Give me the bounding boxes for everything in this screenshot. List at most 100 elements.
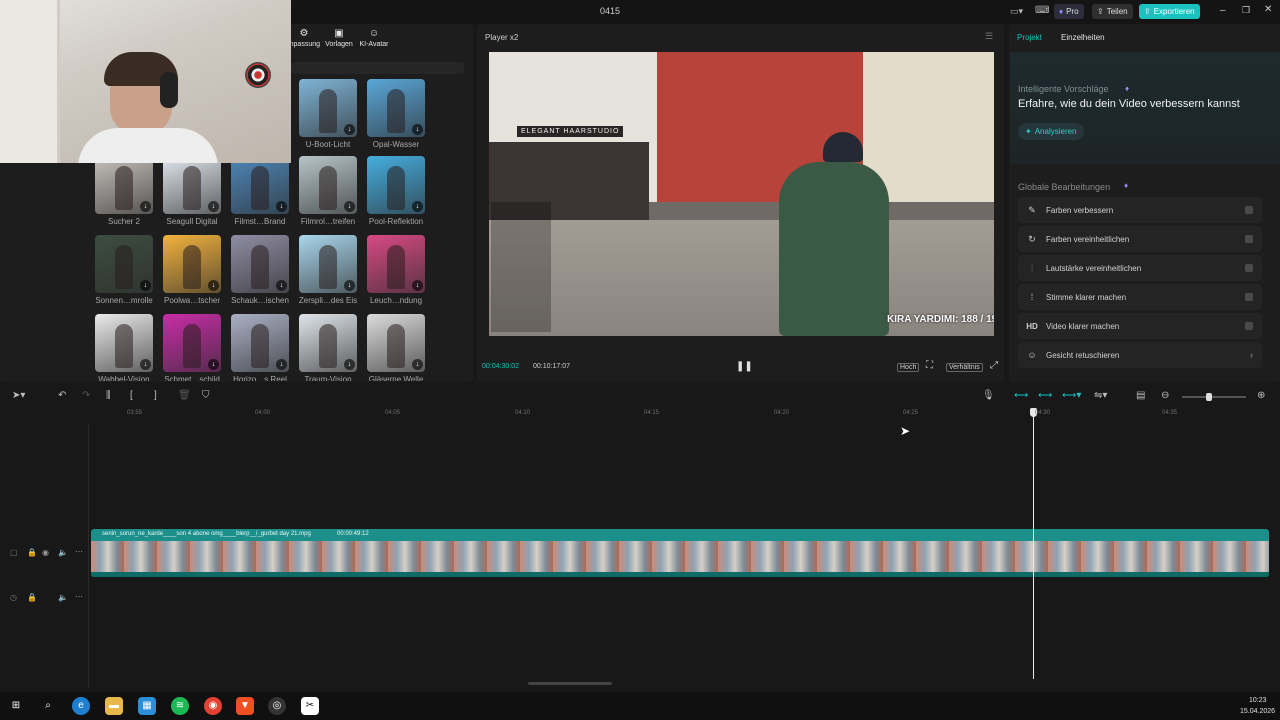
share-button[interactable]: ⇪ Teilen: [1092, 4, 1133, 19]
audio-more-icon[interactable]: ⋯: [75, 592, 83, 601]
download-icon[interactable]: ↓: [140, 280, 151, 291]
toggle-switch[interactable]: [1245, 264, 1253, 272]
ratio-button[interactable]: Verhältnis: [946, 363, 983, 372]
windows-start-icon[interactable]: ⊞: [7, 697, 25, 715]
video-clip[interactable]: senin_sorun_ne_karde____son 4 abone omg_…: [91, 529, 1269, 577]
search-field[interactable]: [291, 62, 464, 74]
download-icon[interactable]: ↓: [140, 359, 151, 370]
keyboard-icon[interactable]: ⌨: [1035, 5, 1049, 16]
download-icon[interactable]: ↓: [412, 359, 423, 370]
select-tool-icon[interactable]: ➤▾: [12, 390, 25, 401]
undo-icon[interactable]: ↶: [58, 390, 66, 401]
zoom-in-icon[interactable]: ⊕: [1257, 390, 1265, 401]
shield-icon[interactable]: ⛉: [202, 390, 210, 401]
effect-thumbnail[interactable]: ↓: [367, 79, 425, 137]
pause-button[interactable]: ❚❚: [736, 361, 753, 372]
download-icon[interactable]: ↓: [344, 124, 355, 135]
pro-button[interactable]: ♦ Pro: [1054, 4, 1084, 19]
effect-thumbnail[interactable]: ↓: [163, 156, 221, 214]
effect-thumbnail[interactable]: ↓: [367, 156, 425, 214]
toggle-switch[interactable]: [1245, 235, 1253, 243]
edge-icon[interactable]: e: [72, 697, 90, 715]
download-icon[interactable]: ↓: [208, 359, 219, 370]
effect-thumbnail[interactable]: ↓: [95, 156, 153, 214]
store-icon[interactable]: ▦: [138, 697, 156, 715]
tab-einzelheiten[interactable]: Einzelheiten: [1061, 33, 1105, 42]
item-farben-vereinheitlichen[interactable]: ↻ Farben vereinheitlichen: [1018, 226, 1262, 252]
effect-thumbnail[interactable]: ↓: [95, 314, 153, 372]
split-icon[interactable]: ⫼: [106, 390, 111, 401]
microphone-icon[interactable]: 🎙: [982, 390, 995, 401]
effect-thumbnail[interactable]: ↓: [95, 235, 153, 293]
effect-thumbnail[interactable]: ↓: [299, 314, 357, 372]
tab-ki-avatar[interactable]: ☺ KI-Avatar: [358, 28, 390, 48]
quality-hoch-button[interactable]: Hoch: [897, 363, 920, 372]
audio-lock-icon[interactable]: 🔒: [27, 593, 37, 602]
effect-thumbnail[interactable]: ↓: [367, 235, 425, 293]
playhead[interactable]: [1033, 409, 1034, 679]
item-lautstaerke[interactable]: ⫶ Lautstärke vereinheitlichen: [1018, 255, 1262, 281]
fullscreen-icon[interactable]: ⤢: [990, 360, 998, 371]
item-video-klarer[interactable]: HD Video klarer machen: [1018, 313, 1262, 339]
download-icon[interactable]: ↓: [208, 280, 219, 291]
delete-icon[interactable]: 🗑: [178, 390, 191, 401]
brave-icon[interactable]: ▼: [236, 697, 254, 715]
effect-thumbnail[interactable]: ↓: [299, 156, 357, 214]
effect-thumbnail[interactable]: ↓: [231, 156, 289, 214]
effect-thumbnail[interactable]: ↓: [163, 314, 221, 372]
crop-icon[interactable]: ⛶: [926, 360, 933, 371]
zoom-slider-handle[interactable]: [1206, 393, 1212, 401]
zoom-slider[interactable]: [1182, 393, 1246, 401]
horizontal-scrollbar[interactable]: [528, 682, 612, 685]
effect-thumbnail[interactable]: ↓: [231, 314, 289, 372]
toggle-switch[interactable]: [1245, 206, 1253, 214]
layout-icon[interactable]: ▭▾: [1010, 6, 1023, 17]
effect-thumbnail[interactable]: ↓: [163, 235, 221, 293]
download-icon[interactable]: ↓: [276, 201, 287, 212]
download-icon[interactable]: ↓: [344, 359, 355, 370]
linkage-icon[interactable]: ⟷▾: [1062, 390, 1081, 401]
lock-icon[interactable]: 🔒: [27, 548, 37, 557]
toggle-switch[interactable]: [1245, 293, 1253, 301]
effect-thumbnail[interactable]: ↓: [367, 314, 425, 372]
minimize-icon[interactable]: –: [1220, 5, 1226, 16]
analyze-button[interactable]: ✦ Analysieren: [1018, 123, 1084, 140]
toggle-switch[interactable]: [1245, 322, 1253, 330]
tab-anpassung[interactable]: ⚙ Anpassung: [288, 28, 320, 50]
spotify-icon[interactable]: ≋: [171, 697, 189, 715]
item-gesicht[interactable]: ☺ Gesicht retuschieren ›: [1018, 342, 1262, 368]
chrome-icon[interactable]: ◉: [204, 697, 222, 715]
timeline-ruler[interactable]: [0, 408, 1280, 422]
download-icon[interactable]: ↓: [412, 280, 423, 291]
audio-volume-icon[interactable]: 🔈: [58, 593, 68, 602]
download-icon[interactable]: ↓: [208, 201, 219, 212]
link-main-track-icon[interactable]: ⟷: [1014, 390, 1028, 401]
audio-icon[interactable]: 🔈: [58, 548, 68, 557]
download-icon[interactable]: ↓: [276, 280, 287, 291]
zoom-out-icon[interactable]: ⊖: [1161, 390, 1169, 401]
preview-axis-icon[interactable]: ⇋▾: [1094, 390, 1107, 401]
tab-vorlagen[interactable]: ▣ Vorlagen: [324, 28, 354, 48]
item-farben-verbessern[interactable]: ✎ Farben verbessern: [1018, 197, 1262, 223]
audio-track-icon[interactable]: ◷: [10, 593, 17, 602]
more-icon[interactable]: ⋯: [75, 547, 83, 556]
obs-icon[interactable]: ◎: [268, 697, 286, 715]
download-icon[interactable]: ↓: [276, 359, 287, 370]
caption-icon[interactable]: ▤: [1136, 390, 1145, 401]
effect-thumbnail[interactable]: ↓: [231, 235, 289, 293]
close-icon[interactable]: ✕: [1264, 4, 1272, 15]
redo-icon[interactable]: ↷: [82, 390, 90, 401]
item-stimme[interactable]: ⁞ Stimme klarer machen: [1018, 284, 1262, 310]
menu-icon[interactable]: ☰: [985, 31, 993, 42]
eye-icon[interactable]: ◉: [42, 548, 49, 557]
effect-thumbnail[interactable]: ↓: [299, 79, 357, 137]
trim-left-icon[interactable]: [: [130, 390, 133, 401]
download-icon[interactable]: ↓: [344, 280, 355, 291]
magnet-icon[interactable]: ⟷: [1038, 390, 1052, 401]
download-icon[interactable]: ↓: [344, 201, 355, 212]
tab-projekt[interactable]: Projekt: [1017, 33, 1042, 42]
download-icon[interactable]: ↓: [140, 201, 151, 212]
capcut-icon[interactable]: ✂: [301, 697, 319, 715]
cover-icon[interactable]: ▢: [10, 548, 18, 557]
export-button[interactable]: ⇧ Exportieren: [1139, 4, 1200, 19]
